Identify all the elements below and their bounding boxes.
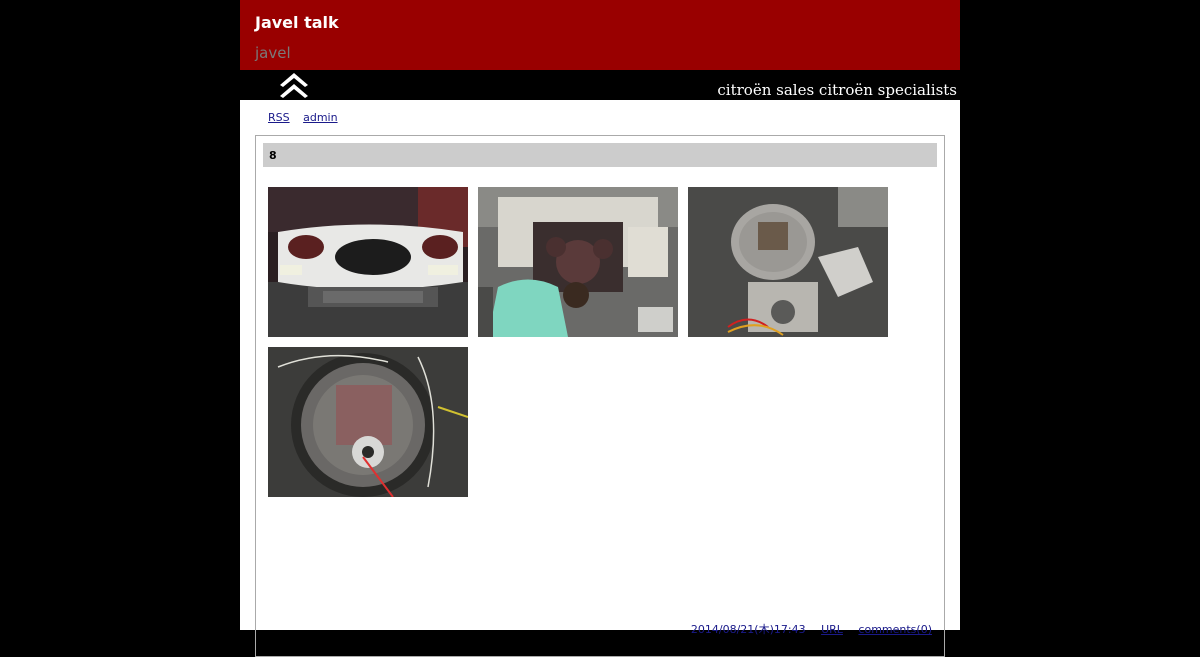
photo-thumbnail-2[interactable] [478, 187, 678, 337]
photo-thumbnail-3[interactable] [688, 187, 888, 337]
site-subtitle: javel [255, 44, 291, 62]
admin-link[interactable]: admin [303, 111, 337, 124]
tagline: citroën sales citroën specialists [717, 81, 957, 99]
photo-thumbnail-4[interactable] [268, 347, 468, 497]
page: Javel talk javel citroën sales citroën s… [240, 0, 960, 657]
entry-title[interactable]: 8 [269, 149, 277, 162]
entry-footer: 2014/08/21(木)17:43 URL comments(0) [691, 621, 932, 637]
top-nav: RSS admin [268, 111, 348, 124]
site-title[interactable]: Javel talk [255, 13, 339, 32]
brand-banner: citroën sales citroën specialists [240, 70, 960, 100]
blog-entry: 8 2014/08/21(木)17:43 URL comments(0) [255, 135, 945, 657]
rss-link[interactable]: RSS [268, 111, 290, 124]
entry-title-bar: 8 [263, 143, 937, 167]
site-header: Javel talk javel [240, 0, 960, 70]
citroen-chevron-logo-icon [280, 73, 308, 98]
photo-thumbnail-1[interactable] [268, 187, 468, 337]
